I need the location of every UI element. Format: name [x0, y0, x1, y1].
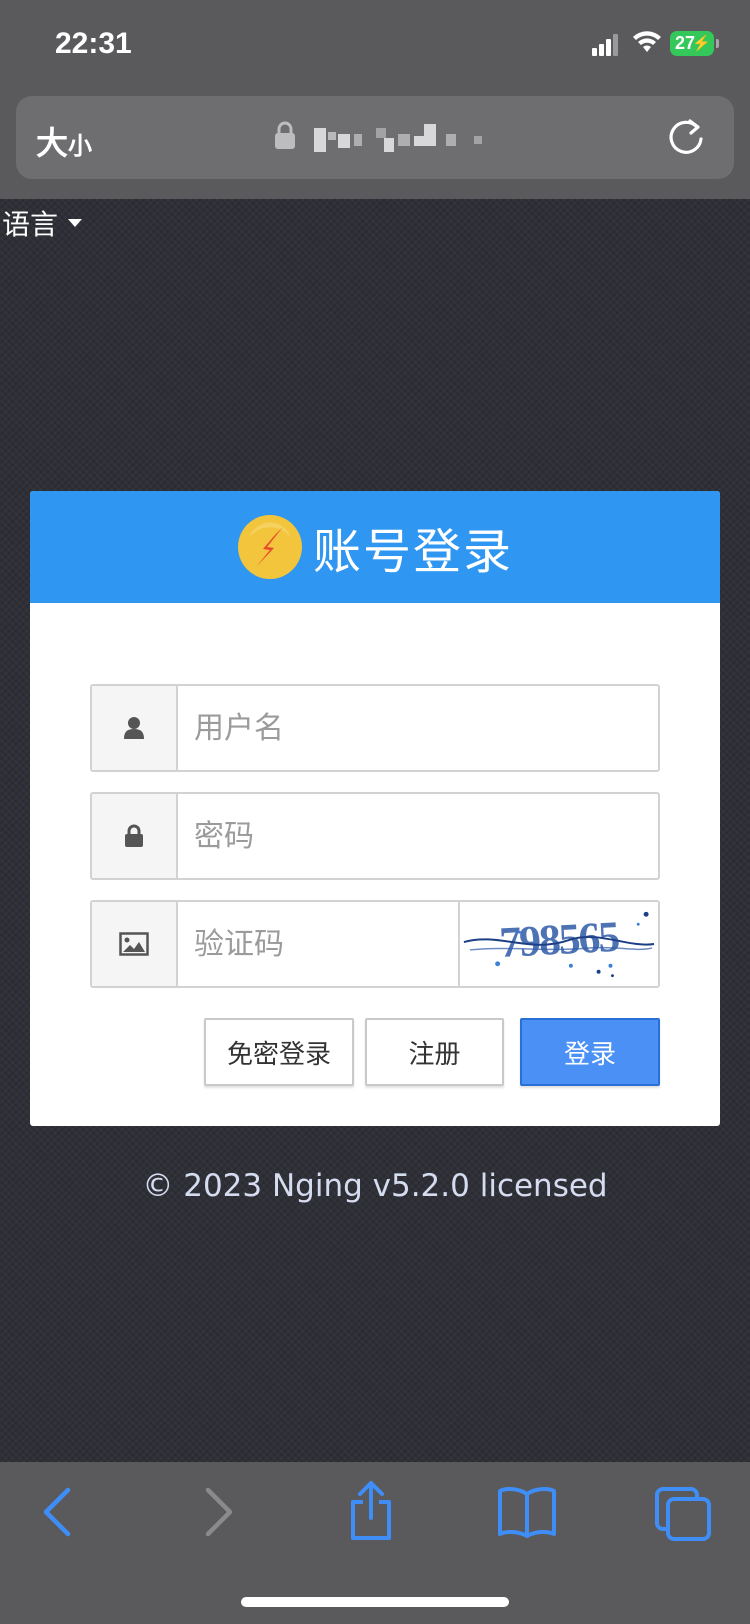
language-dropdown[interactable]: 语言: [2, 203, 83, 243]
username-field-group: [90, 684, 660, 772]
back-icon[interactable]: [40, 1486, 76, 1538]
password-addon: [92, 794, 178, 878]
passwordless-login-button[interactable]: 免密登录: [204, 1018, 354, 1086]
logo-icon: [237, 515, 302, 579]
battery-tip: [716, 39, 719, 48]
lock-icon: [275, 121, 295, 149]
text-size-big-label: 大: [36, 124, 69, 162]
login-button[interactable]: 登录: [520, 1018, 660, 1086]
captcha-addon: [92, 902, 178, 986]
forward-icon[interactable]: [200, 1486, 236, 1538]
tabs-icon[interactable]: [654, 1486, 712, 1542]
login-card: 账号登录 7985: [30, 491, 720, 1126]
cellular-signal-icon: [592, 34, 622, 56]
captcha-input[interactable]: [178, 902, 458, 986]
captcha-field-group: 798565: [90, 900, 660, 988]
wifi-icon: [633, 31, 661, 52]
language-label: 语言: [2, 208, 59, 241]
captcha-code: 798565: [498, 913, 620, 967]
password-input[interactable]: [178, 794, 658, 878]
captcha-image[interactable]: 798565: [458, 902, 658, 986]
copyright-text: © 2023 Nging v5.2.0 licensed: [142, 1168, 608, 1204]
username-input[interactable]: [178, 686, 658, 770]
lock-icon: [125, 824, 143, 847]
caret-down-icon: [68, 219, 83, 227]
browser-top-bar: 22:31 27 ⚡ 大小: [0, 0, 750, 199]
url-text[interactable]: [314, 124, 489, 154]
username-addon: [92, 686, 178, 770]
text-size-button[interactable]: 大小: [36, 118, 92, 164]
battery-indicator: 27 ⚡: [670, 31, 714, 56]
register-button[interactable]: 注册: [365, 1018, 504, 1086]
home-indicator: [241, 1597, 509, 1607]
password-field-group: [90, 792, 660, 880]
reload-icon[interactable]: [664, 115, 708, 159]
login-card-header: 账号登录: [30, 491, 720, 603]
login-title: 账号登录: [312, 524, 513, 580]
charging-bolt-icon: ⚡: [692, 35, 711, 52]
share-icon[interactable]: [347, 1480, 395, 1542]
address-bar[interactable]: 大小: [16, 96, 734, 179]
text-size-small-label: 小: [68, 132, 93, 160]
user-icon: [124, 717, 144, 739]
image-icon: [119, 932, 149, 956]
bookmarks-icon[interactable]: [496, 1486, 558, 1538]
status-time: 22:31: [55, 27, 132, 60]
